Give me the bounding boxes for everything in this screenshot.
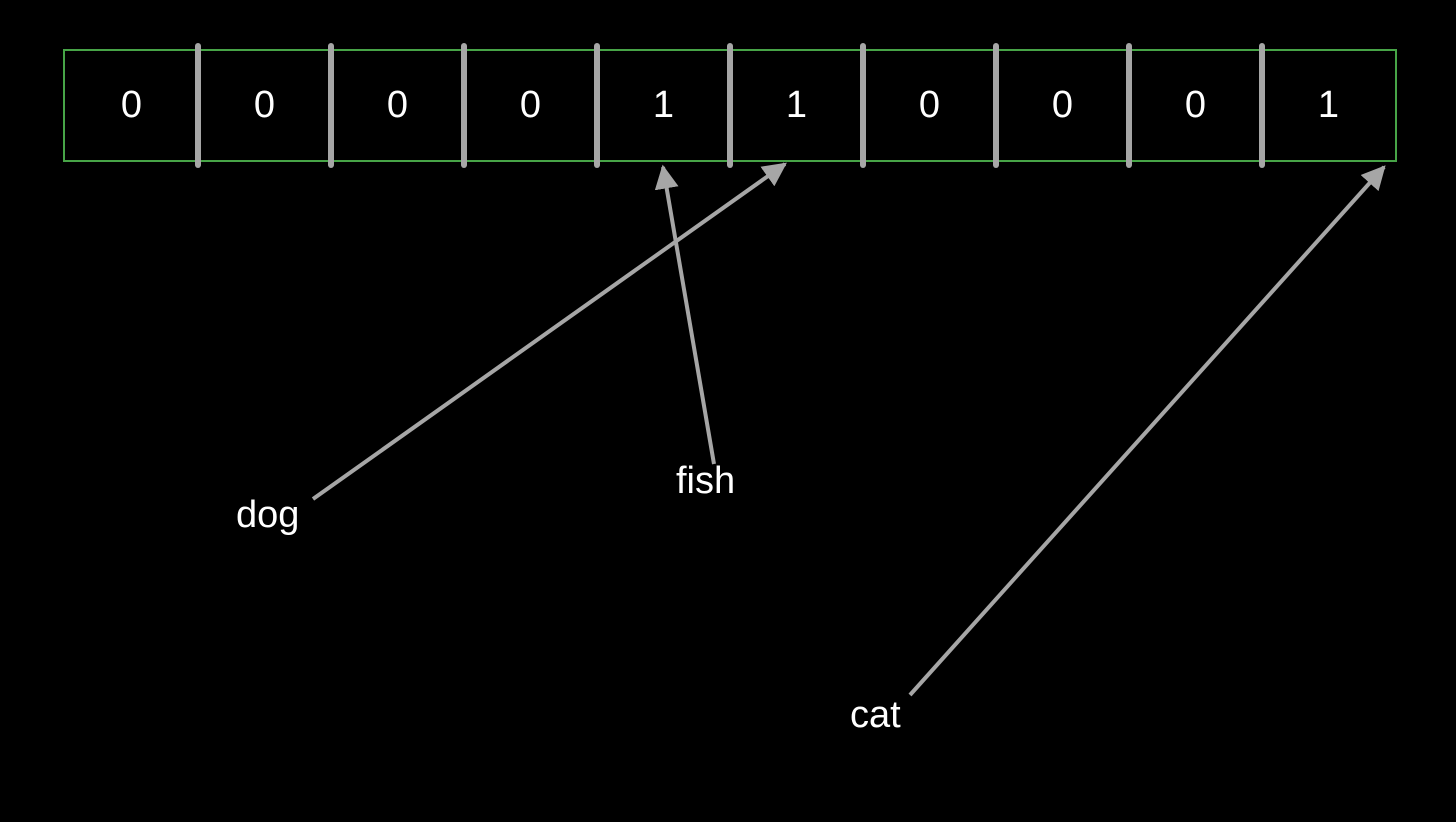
label-cat: cat (850, 694, 901, 737)
arrow-fish (663, 167, 714, 464)
bit-cell-4: 1 (597, 51, 730, 160)
bit-cell-5: 1 (730, 51, 863, 160)
label-fish: fish (676, 460, 735, 503)
bit-cell-1: 0 (198, 51, 331, 160)
bit-array: 0 0 0 0 1 1 0 0 0 1 (63, 49, 1397, 162)
bit-cell-6: 0 (863, 51, 996, 160)
arrow-cat (910, 167, 1384, 695)
bit-cell-2: 0 (331, 51, 464, 160)
bit-cell-3: 0 (464, 51, 597, 160)
bit-cell-8: 0 (1129, 51, 1262, 160)
bit-cell-9: 1 (1262, 51, 1395, 160)
arrow-dog (313, 164, 785, 499)
diagram-canvas: 0 0 0 0 1 1 0 0 0 1 dog fish cat (0, 0, 1456, 822)
label-dog: dog (236, 494, 299, 537)
bit-cell-0: 0 (65, 51, 198, 160)
bit-cell-7: 0 (996, 51, 1129, 160)
